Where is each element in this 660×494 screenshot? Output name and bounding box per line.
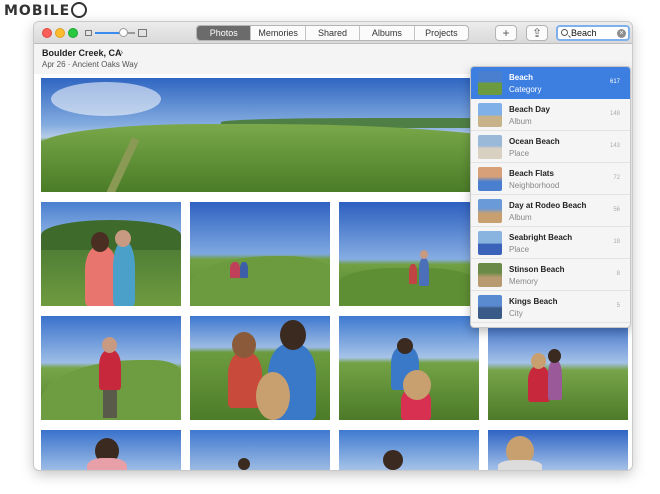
- photo-thumbnail[interactable]: [339, 316, 479, 420]
- result-name: Day at Rodeo Beach: [509, 201, 587, 210]
- add-button[interactable]: +: [495, 25, 517, 41]
- photo-thumbnail[interactable]: [41, 202, 181, 306]
- clear-search-icon[interactable]: ×: [617, 29, 626, 38]
- result-thumbnail: [478, 295, 502, 319]
- result-type: City: [509, 309, 523, 318]
- result-thumbnail: [478, 103, 502, 127]
- location-title[interactable]: Boulder Creek, CA: [42, 48, 122, 58]
- search-input[interactable]: [571, 27, 615, 39]
- photo-thumbnail[interactable]: [339, 202, 479, 306]
- result-thumbnail: [478, 135, 502, 159]
- close-button[interactable]: [42, 28, 52, 38]
- result-count: 143: [609, 143, 620, 149]
- photos-window: Photos Memories Shared Albums Projects +…: [34, 22, 632, 470]
- result-thumbnail: [478, 263, 502, 287]
- photo-thumbnail[interactable]: [488, 430, 628, 470]
- result-count: 56: [613, 207, 620, 213]
- maximize-button[interactable]: [68, 28, 78, 38]
- tab-shared[interactable]: Shared: [306, 26, 361, 40]
- photo-thumbnail[interactable]: [339, 430, 479, 470]
- result-type: Album: [509, 213, 532, 222]
- result-name: Kings Beach: [509, 297, 558, 306]
- chevron-right-icon[interactable]: ›: [120, 47, 123, 58]
- search-result-day-at-rodeo-beach[interactable]: Day at Rodeo Beach Album 56: [471, 195, 630, 227]
- result-count: 72: [613, 175, 620, 181]
- result-type: Memory: [509, 277, 538, 286]
- result-name: Beach: [509, 73, 534, 82]
- search-result-ocean-beach[interactable]: Ocean Beach Place 143: [471, 131, 630, 163]
- zoom-slider[interactable]: [95, 28, 135, 37]
- tab-photos[interactable]: Photos: [197, 26, 252, 40]
- search-result-beach-day[interactable]: Beach Day Album 148: [471, 99, 630, 131]
- result-count: 8: [616, 271, 620, 277]
- tab-albums[interactable]: Albums: [360, 26, 415, 40]
- result-thumbnail: [478, 199, 502, 223]
- tab-projects[interactable]: Projects: [415, 26, 468, 40]
- result-thumbnail: [478, 167, 502, 191]
- result-type: Place: [509, 245, 530, 254]
- share-button[interactable]: ⇪: [526, 25, 548, 41]
- search-field[interactable]: ×: [556, 25, 630, 41]
- result-type: Album: [509, 117, 532, 126]
- search-result-beach[interactable]: Beach Category 617: [471, 67, 630, 99]
- minimize-button[interactable]: [55, 28, 65, 38]
- photo-thumbnail[interactable]: [488, 316, 628, 420]
- view-tabs: Photos Memories Shared Albums Projects: [196, 25, 469, 41]
- photo-thumbnail[interactable]: [190, 430, 330, 470]
- result-type: Place: [509, 149, 530, 158]
- tab-memories[interactable]: Memories: [251, 26, 306, 40]
- result-name: Beach Day: [509, 105, 550, 114]
- result-type: Category: [509, 85, 542, 94]
- result-name: Beach Flats: [509, 169, 554, 178]
- photo-thumbnail[interactable]: [190, 316, 330, 420]
- result-name: Seabright Beach: [509, 233, 573, 242]
- search-result-kings-beach[interactable]: Kings Beach City 5: [471, 291, 630, 323]
- result-count: 18: [613, 239, 620, 245]
- result-count: 148: [609, 111, 620, 117]
- zoom-slider-thumb[interactable]: [118, 28, 128, 37]
- photo-thumbnail[interactable]: [41, 316, 181, 420]
- result-thumbnail: [478, 71, 502, 95]
- search-results-dropdown: Beach Category 617 Beach Day Album 148 O…: [470, 66, 631, 328]
- photo-thumbnail[interactable]: [41, 430, 181, 470]
- search-result-stinson-beach[interactable]: Stinson Beach Memory 8: [471, 259, 630, 291]
- watermark-logo: MOBILE: [4, 2, 88, 19]
- share-icon: ⇪: [531, 26, 543, 40]
- zoom-out-icon: [85, 30, 92, 36]
- result-thumbnail: [478, 231, 502, 255]
- result-name: Stinson Beach: [509, 265, 565, 274]
- search-icon: [561, 29, 568, 36]
- search-result-seabright-beach[interactable]: Seabright Beach Place 18: [471, 227, 630, 259]
- location-subtitle: Apr 26 · Ancient Oaks Way: [42, 60, 138, 69]
- zoom-in-icon: [138, 29, 147, 37]
- result-type: Neighborhood: [509, 181, 560, 190]
- result-count: 5: [616, 303, 620, 309]
- toolbar: Photos Memories Shared Albums Projects +…: [34, 22, 632, 44]
- photo-thumbnail[interactable]: [190, 202, 330, 306]
- search-result-beach-flats[interactable]: Beach Flats Neighborhood 72: [471, 163, 630, 195]
- result-count: 617: [609, 79, 620, 85]
- result-name: Ocean Beach: [509, 137, 560, 146]
